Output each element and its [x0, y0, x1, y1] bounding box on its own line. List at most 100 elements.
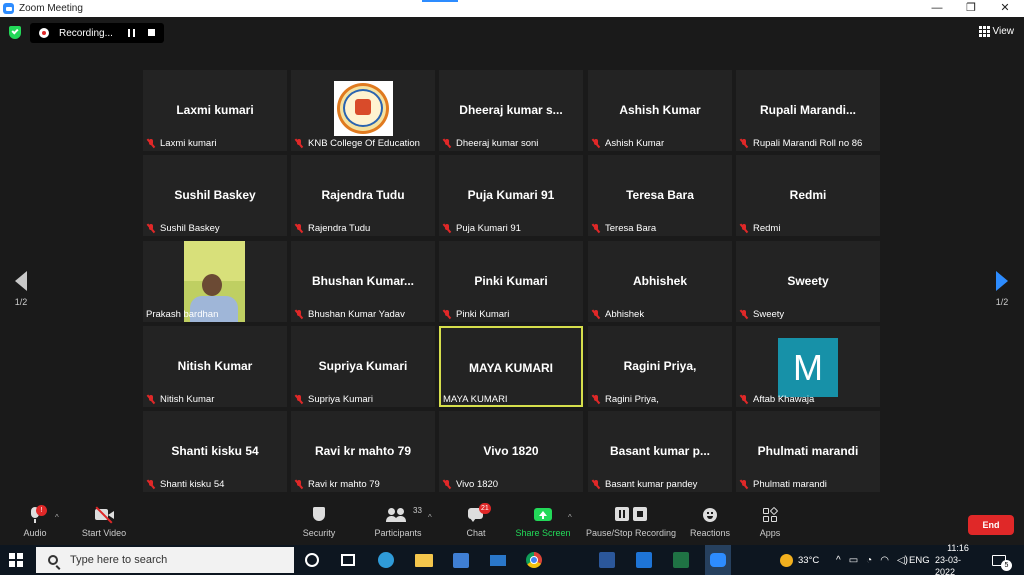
cortana-icon[interactable]	[301, 549, 323, 571]
participant-name-label: Aftab Khawaja	[739, 393, 814, 405]
store-icon[interactable]	[450, 549, 472, 571]
notification-count: 5	[1001, 559, 1012, 571]
participant-tile[interactable]: Rupali Marandi... Rupali Marandi Roll no …	[736, 70, 880, 151]
mail-icon[interactable]	[487, 549, 509, 571]
participant-tile[interactable]: Puja Kumari 91 Puja Kumari 91	[439, 155, 583, 236]
muted-microphone-icon	[294, 479, 303, 489]
participant-display-name: Rajendra Tudu	[321, 188, 405, 202]
next-page-button[interactable]: 1/2	[987, 271, 1017, 307]
participants-options-chevron-icon[interactable]: ^	[428, 513, 432, 522]
participant-tile[interactable]: Rajendra Tudu Rajendra Tudu	[291, 155, 435, 236]
system-tray-icons[interactable]: ^ ▭ ◔ ◠ ◁)	[836, 545, 908, 575]
file-explorer-icon[interactable]	[413, 549, 435, 571]
close-button[interactable]: ✕	[990, 0, 1020, 17]
chevron-up-icon[interactable]: ^	[836, 555, 841, 566]
participant-name: Teresa Bara	[605, 222, 657, 234]
photos-icon[interactable]	[633, 549, 655, 571]
pause-stop-recording-button[interactable]: Pause/Stop Recording	[585, 505, 677, 538]
start-video-button[interactable]: Start Video	[69, 505, 139, 538]
participant-name-label: Supriya Kumari	[294, 393, 373, 405]
zoom-taskbar-icon[interactable]	[705, 545, 731, 575]
participant-display-name: Shanti kisku 54	[171, 444, 259, 458]
participant-name-label: MAYA KUMARI	[443, 393, 508, 405]
participant-tile[interactable]: Prakash bardhan	[143, 241, 287, 322]
view-button[interactable]: View	[978, 26, 1014, 37]
participant-tile[interactable]: Pinki Kumari Pinki Kumari	[439, 241, 583, 322]
participant-name-label: Bhushan Kumar Yadav	[294, 308, 405, 320]
muted-microphone-icon	[146, 394, 155, 404]
participant-display-name: Ragini Priya,	[623, 359, 697, 373]
participant-tile[interactable]: Abhishek Abhishek	[588, 241, 732, 322]
participant-tile[interactable]: MAYA KUMARI MAYA KUMARI	[439, 326, 583, 407]
grid-view-icon	[978, 26, 990, 37]
temperature-label: 33°C	[798, 554, 820, 566]
security-shield-icon[interactable]	[9, 26, 21, 39]
restore-button[interactable]: ❐	[956, 0, 986, 17]
participant-name-label: Vivo 1820	[442, 478, 498, 490]
participant-tile[interactable]: Ragini Priya, Ragini Priya,	[588, 326, 732, 407]
participant-name: Puja Kumari 91	[456, 222, 521, 234]
participant-name-label: Puja Kumari 91	[442, 222, 521, 234]
participant-tile[interactable]: Vivo 1820 Vivo 1820	[439, 411, 583, 492]
recording-pause-icon[interactable]	[128, 29, 135, 37]
participant-tile[interactable]: KNB College Of Education	[291, 70, 435, 151]
participant-tile[interactable]: Laxmi kumari Laxmi kumari	[143, 70, 287, 151]
participant-tile[interactable]: Ashish Kumar Ashish Kumar	[588, 70, 732, 151]
participant-name-label: Dheeraj kumar soni	[442, 137, 538, 149]
minimize-button[interactable]: —	[922, 0, 952, 17]
participant-tile[interactable]: Phulmati marandi Phulmati marandi	[736, 411, 880, 492]
participant-display-name: Sushil Baskey	[174, 188, 256, 202]
participant-tile[interactable]: Dheeraj kumar s... Dheeraj kumar soni	[439, 70, 583, 151]
input-language[interactable]: ENG	[909, 545, 930, 575]
previous-page-button[interactable]: 1/2	[6, 271, 36, 307]
participant-tile[interactable]: Nitish Kumar Nitish Kumar	[143, 326, 287, 407]
participant-tile[interactable]: Teresa Bara Teresa Bara	[588, 155, 732, 236]
participant-display-name: Bhushan Kumar...	[311, 274, 415, 288]
edge-icon[interactable]	[375, 549, 397, 571]
participant-tile[interactable]: Ravi kr mahto 79 Ravi kr mahto 79	[291, 411, 435, 492]
audio-options-chevron-icon[interactable]: ^	[55, 513, 59, 522]
audio-button[interactable]: ! Audio	[0, 505, 70, 538]
participant-name-label: KNB College Of Education	[294, 137, 420, 149]
excel-icon[interactable]	[670, 549, 692, 571]
clock-time: 11:16	[947, 543, 969, 553]
participant-tile[interactable]: Bhushan Kumar... Bhushan Kumar Yadav	[291, 241, 435, 322]
share-options-chevron-icon[interactable]: ^	[568, 513, 572, 522]
participant-name: Sweety	[753, 308, 785, 320]
share-screen-label: Share Screen	[515, 528, 571, 538]
end-meeting-button[interactable]: End	[968, 515, 1014, 535]
word-icon[interactable]	[596, 549, 618, 571]
window-title: Zoom Meeting	[19, 3, 83, 14]
clock[interactable]: 11:16 23-03-2022	[935, 543, 981, 575]
participant-name-label: Ravi kr mahto 79	[294, 478, 380, 490]
participant-tile[interactable]: Shanti kisku 54 Shanti kisku 54	[143, 411, 287, 492]
security-button[interactable]: Security	[284, 505, 354, 538]
recording-stop-icon[interactable]	[148, 29, 155, 36]
participant-name: Pinki Kumari	[456, 308, 510, 320]
weather-widget[interactable]: 33°C	[780, 545, 819, 575]
participant-name-label: Sweety	[739, 308, 785, 320]
task-view-icon[interactable]	[337, 549, 359, 571]
recording-label: Recording...	[59, 27, 113, 39]
participant-display-name: Ravi kr mahto 79	[314, 444, 412, 458]
taskbar-search-box[interactable]: Type here to search	[36, 547, 294, 573]
notifications-button[interactable]: 5	[992, 545, 1017, 575]
participant-tile[interactable]: Redmi Redmi	[736, 155, 880, 236]
participant-tile[interactable]: Sushil Baskey Sushil Baskey	[143, 155, 287, 236]
title-bar: Zoom Meeting — ❐ ✕	[0, 0, 1024, 17]
zoom-logo-icon	[3, 3, 14, 14]
participant-display-name: Abhishek	[632, 274, 687, 288]
participant-name: Rajendra Tudu	[308, 222, 371, 234]
participant-tile[interactable]: Supriya Kumari Supriya Kumari	[291, 326, 435, 407]
participant-tile[interactable]: Basant kumar p... Basant kumar pandey	[588, 411, 732, 492]
chat-button[interactable]: 21 Chat	[441, 503, 511, 538]
chrome-icon[interactable]	[523, 549, 545, 571]
participant-name-label: Shanti kisku 54	[146, 478, 224, 490]
reactions-label: Reactions	[689, 528, 731, 538]
participants-button[interactable]: 33 Participants	[363, 505, 433, 538]
apps-button[interactable]: Apps	[735, 505, 805, 538]
windows-start-icon[interactable]	[9, 553, 23, 567]
participant-tile[interactable]: Sweety Sweety	[736, 241, 880, 322]
participant-tile[interactable]: M Aftab Khawaja	[736, 326, 880, 407]
participant-display-name: Dheeraj kumar s...	[459, 103, 563, 117]
